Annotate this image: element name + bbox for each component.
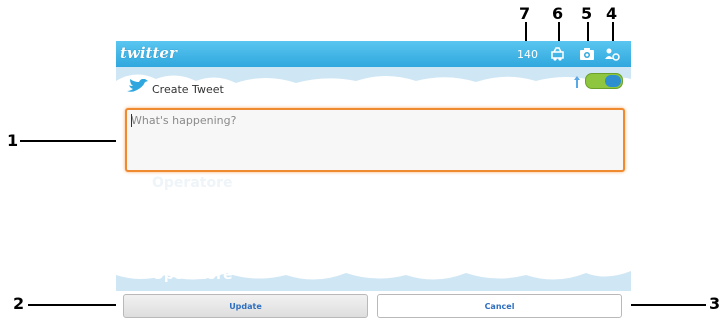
- location-toggle[interactable]: [585, 73, 623, 89]
- gps-small-icon: [574, 75, 580, 88]
- create-tweet-label: Create Tweet: [152, 83, 224, 96]
- app-screen: twitter 140 Create Tweet What's happenin…: [116, 41, 631, 318]
- tweet-input[interactable]: [127, 110, 623, 174]
- callout-2: 2: [13, 294, 25, 313]
- callout-4: 4: [606, 4, 618, 23]
- tweet-compose-box[interactable]: [125, 108, 625, 174]
- callout-1: 1: [7, 131, 19, 150]
- callout-7: 7: [519, 4, 531, 23]
- callout-5: 5: [581, 4, 593, 23]
- callout-6: 6: [552, 4, 564, 23]
- callout-3: 3: [709, 294, 721, 313]
- watermark-bottom: Operatore: [152, 267, 233, 283]
- location-icon[interactable]: [550, 46, 566, 62]
- camera-icon[interactable]: [579, 46, 595, 62]
- text-cursor: [131, 114, 132, 127]
- watermark-top: Operatore: [152, 175, 233, 191]
- callout-1-line: [20, 140, 124, 142]
- callout-2-line: [28, 304, 124, 306]
- account-icon[interactable]: [604, 46, 620, 62]
- character-counter: 140: [517, 48, 538, 61]
- title-bar: twitter 140: [116, 41, 631, 67]
- cloud-footer: [116, 241, 631, 291]
- cancel-button[interactable]: Cancel: [377, 294, 622, 318]
- create-tweet-row: Create Tweet: [116, 77, 631, 99]
- bird-icon: [126, 78, 148, 100]
- update-button[interactable]: Update: [123, 294, 368, 318]
- toggle-knob: [605, 75, 621, 87]
- twitter-logo: twitter: [120, 44, 177, 62]
